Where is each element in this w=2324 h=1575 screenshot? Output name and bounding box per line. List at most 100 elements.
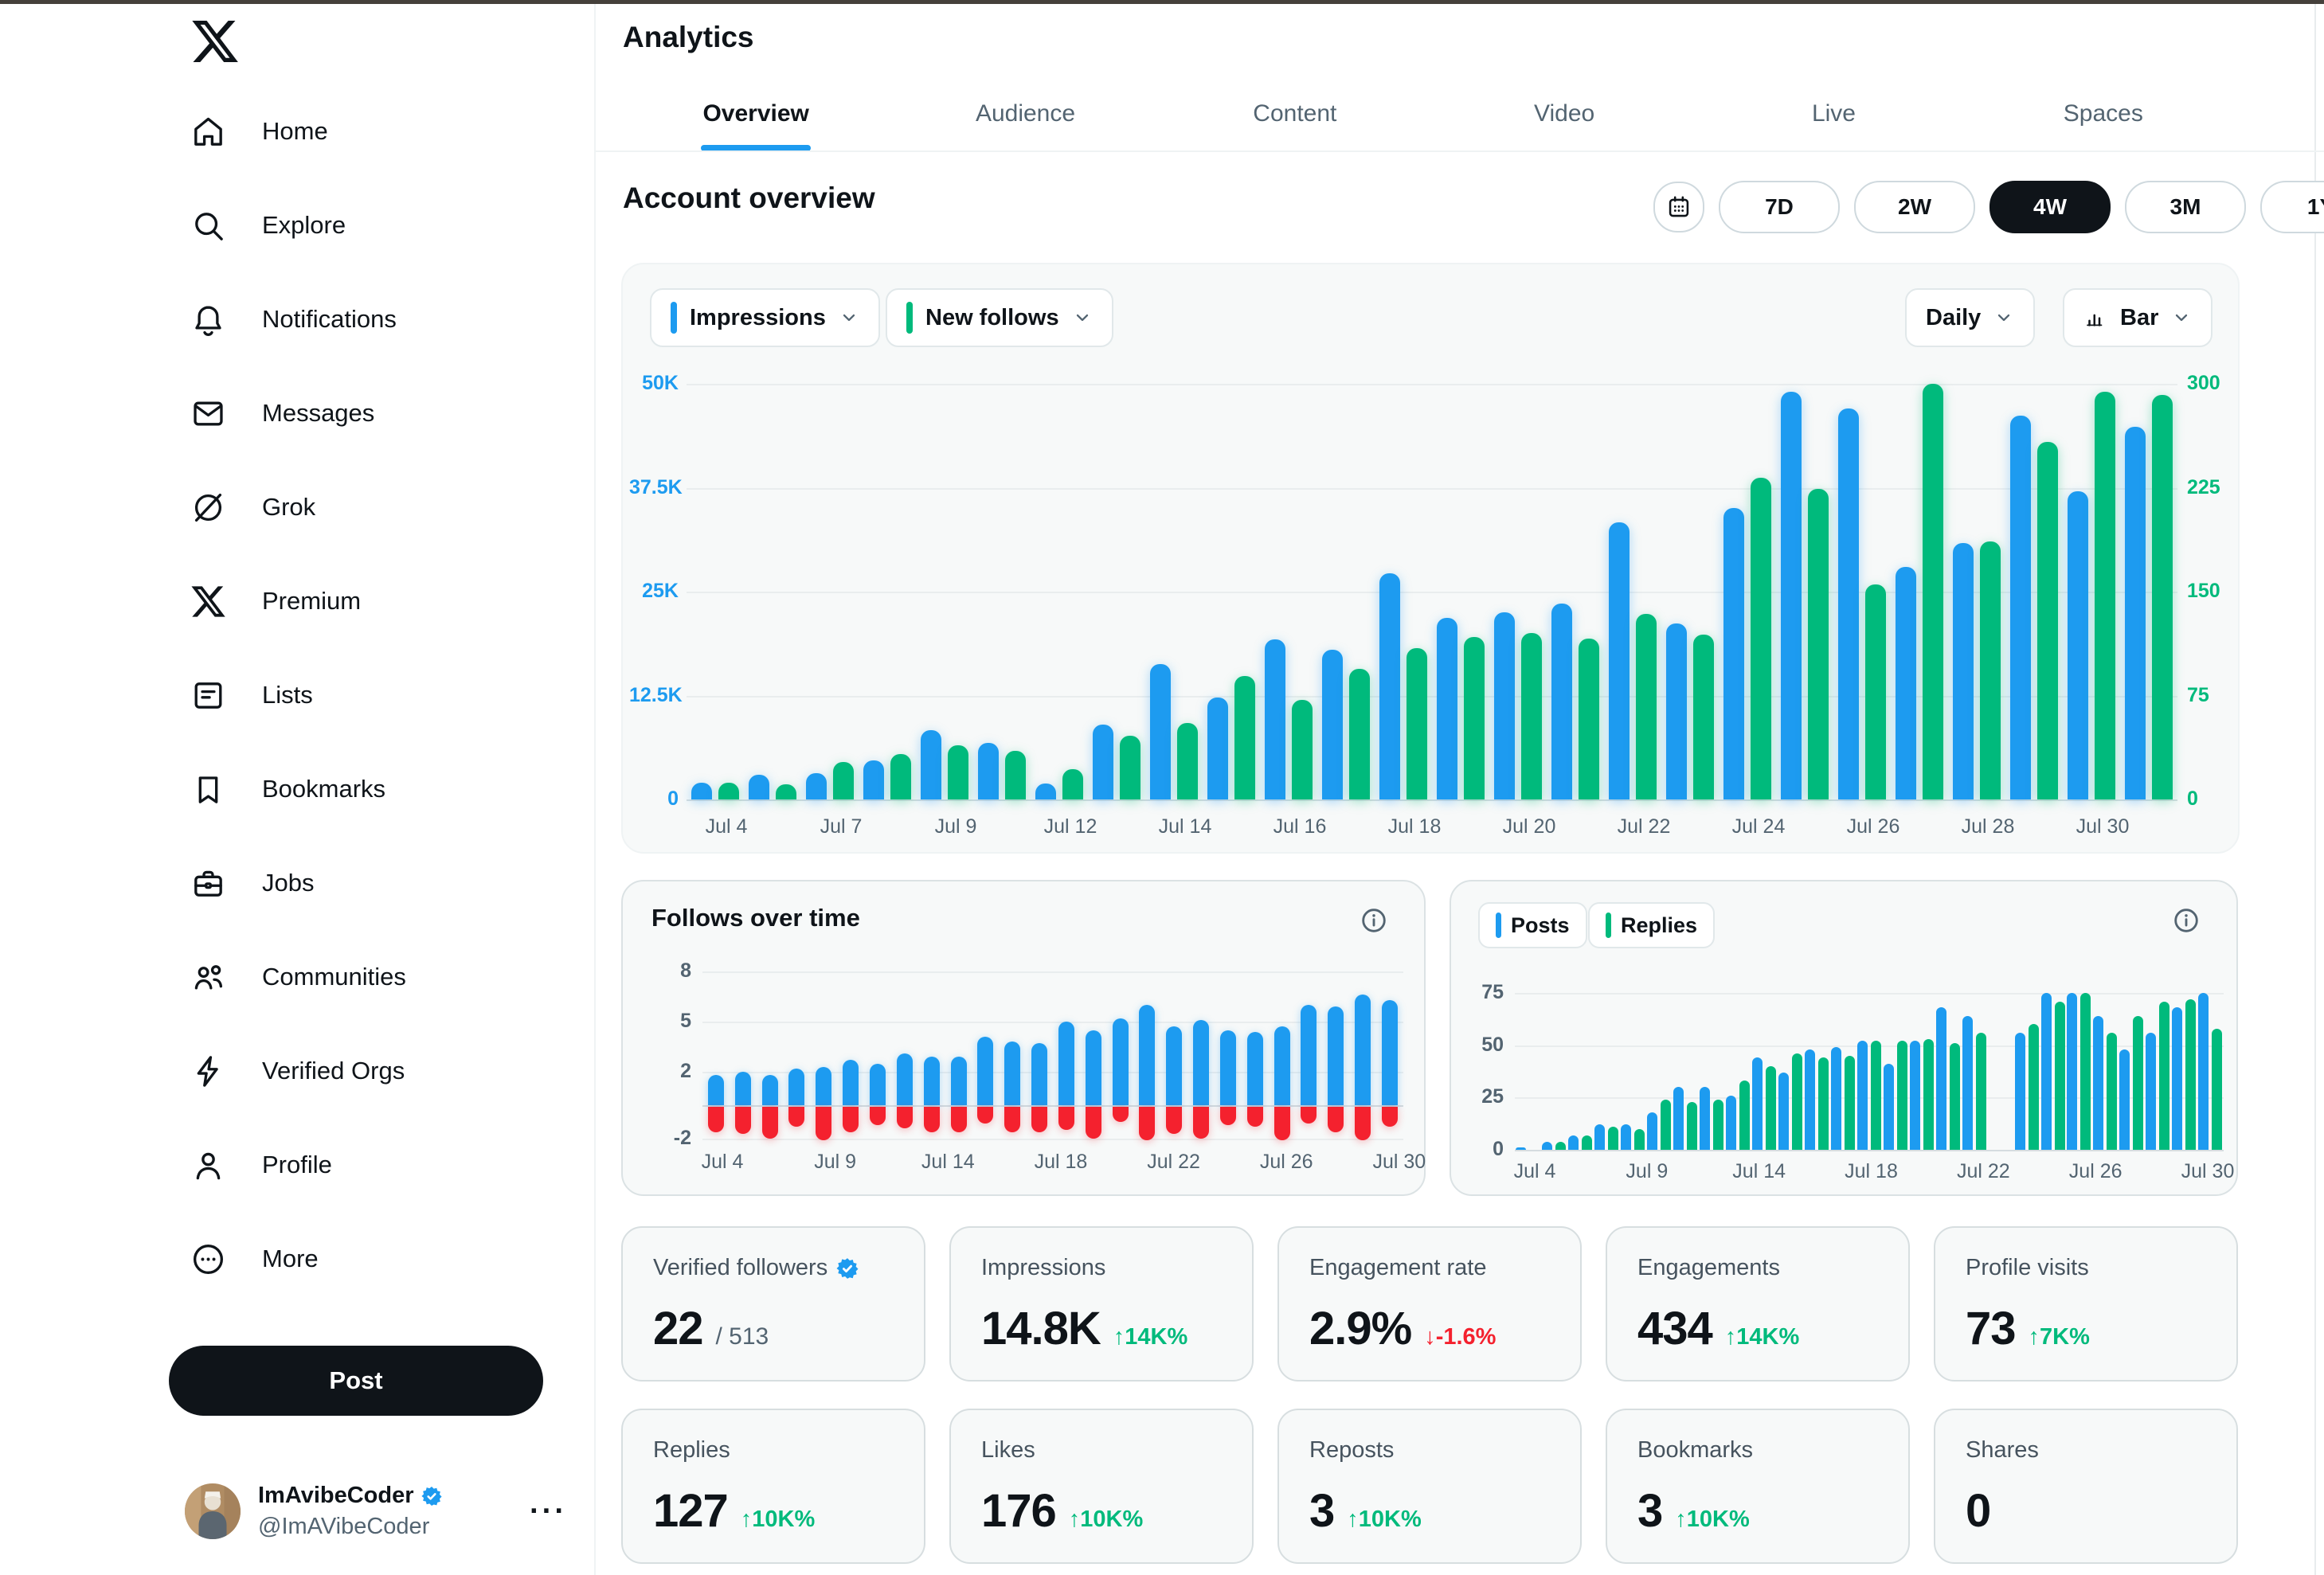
impressions-bar[interactable]: [1265, 639, 1285, 799]
posts-bar[interactable]: [2198, 993, 2209, 1150]
x-logo-icon[interactable]: [190, 16, 241, 67]
follows-lost-bar[interactable]: [735, 1107, 751, 1134]
sidebar-item-home[interactable]: Home: [190, 104, 564, 159]
follows-lost-bar[interactable]: [1193, 1107, 1209, 1139]
follows-gained-bar[interactable]: [1058, 1022, 1074, 1105]
follows-gained-bar[interactable]: [1274, 1026, 1290, 1105]
tab-content[interactable]: Content: [1160, 76, 1430, 151]
new-follows-bar[interactable]: [1521, 633, 1542, 799]
follows-gained-bar[interactable]: [1031, 1043, 1047, 1105]
posts-bar[interactable]: [1647, 1112, 1657, 1150]
impressions-bar[interactable]: [1093, 725, 1113, 799]
tab-audience[interactable]: Audience: [890, 76, 1160, 151]
new-follows-bar[interactable]: [1349, 669, 1370, 799]
posts-bar[interactable]: [2172, 1007, 2182, 1150]
impressions-bar[interactable]: [1035, 784, 1056, 799]
posts-bar[interactable]: [1594, 1124, 1605, 1150]
impressions-bar[interactable]: [691, 783, 712, 799]
replies-bar[interactable]: [1687, 1102, 1697, 1150]
posts-bar[interactable]: [2093, 1016, 2103, 1150]
tab-video[interactable]: Video: [1430, 76, 1699, 151]
replies-bar[interactable]: [1818, 1057, 1829, 1150]
range-3m[interactable]: 3M: [2125, 181, 2246, 233]
posts-bar[interactable]: [1542, 1142, 1552, 1151]
new-follows-bar[interactable]: [1292, 700, 1313, 799]
follows-gained-bar[interactable]: [1355, 995, 1371, 1105]
replies-bar[interactable]: [2133, 1016, 2143, 1150]
follows-gained-bar[interactable]: [1328, 1006, 1344, 1105]
impressions-bar[interactable]: [921, 730, 941, 799]
follows-gained-bar[interactable]: [1193, 1020, 1209, 1105]
follows-lost-bar[interactable]: [897, 1107, 913, 1128]
posts-bar[interactable]: [2146, 1033, 2156, 1150]
follows-gained-bar[interactable]: [735, 1072, 751, 1105]
posts-bar[interactable]: [2067, 993, 2077, 1150]
new-follows-bar[interactable]: [1062, 769, 1083, 799]
replies-bar[interactable]: [1739, 1081, 1750, 1150]
new-follows-bar[interactable]: [833, 762, 854, 799]
follows-gained-bar[interactable]: [924, 1057, 940, 1105]
replies-bar[interactable]: [2080, 993, 2091, 1150]
replies-bar[interactable]: [2159, 1002, 2169, 1150]
interval-dropdown[interactable]: Daily: [1905, 288, 2035, 347]
replies-bar[interactable]: [1792, 1053, 1802, 1150]
chart-type-dropdown[interactable]: Bar: [2063, 288, 2212, 347]
replies-bar[interactable]: [2107, 1033, 2117, 1150]
posts-bar[interactable]: [1884, 1064, 1894, 1150]
info-icon[interactable]: [1359, 905, 1389, 936]
sidebar-item-premium[interactable]: Premium: [190, 573, 564, 629]
new-follows-bar[interactable]: [1464, 637, 1485, 799]
impressions-bar[interactable]: [806, 773, 827, 799]
follows-lost-bar[interactable]: [1301, 1107, 1317, 1124]
new-follows-bar[interactable]: [1636, 614, 1657, 799]
follows-lost-bar[interactable]: [788, 1107, 804, 1127]
tab-live[interactable]: Live: [1699, 76, 1968, 151]
follows-lost-bar[interactable]: [816, 1107, 831, 1140]
follows-lost-bar[interactable]: [977, 1107, 993, 1124]
sidebar-item-notifications[interactable]: Notifications: [190, 291, 564, 347]
posts-bar[interactable]: [1910, 1041, 1920, 1150]
impressions-bar[interactable]: [1437, 618, 1457, 799]
new-follows-bar[interactable]: [1234, 676, 1255, 799]
sidebar-item-verified-orgs[interactable]: Verified Orgs: [190, 1043, 564, 1099]
replies-bar[interactable]: [1950, 1043, 1960, 1150]
new-follows-bar[interactable]: [1751, 478, 1771, 799]
posts-bar[interactable]: [1936, 1007, 1946, 1150]
follows-gained-bar[interactable]: [1086, 1030, 1101, 1106]
impressions-bar[interactable]: [1207, 698, 1228, 799]
follows-lost-bar[interactable]: [762, 1107, 778, 1139]
impressions-bar[interactable]: [2068, 491, 2088, 799]
follows-gained-bar[interactable]: [1247, 1032, 1263, 1105]
impressions-bar[interactable]: [978, 743, 999, 799]
follows-gained-bar[interactable]: [762, 1075, 778, 1105]
new-follows-bar[interactable]: [1177, 723, 1198, 799]
impressions-bar[interactable]: [2125, 427, 2146, 799]
follows-gained-bar[interactable]: [897, 1053, 913, 1105]
posts-bar[interactable]: [1778, 1073, 1789, 1150]
new-follows-bar[interactable]: [718, 783, 739, 799]
follows-lost-bar[interactable]: [1247, 1107, 1263, 1127]
follows-lost-bar[interactable]: [870, 1107, 886, 1125]
sidebar-item-more[interactable]: More: [190, 1231, 564, 1287]
new-follows-bar[interactable]: [1005, 751, 1026, 799]
replies-bar[interactable]: [1713, 1100, 1723, 1150]
follows-lost-bar[interactable]: [843, 1107, 859, 1132]
follows-lost-bar[interactable]: [1274, 1107, 1290, 1140]
follows-gained-bar[interactable]: [1004, 1042, 1020, 1105]
impressions-bar[interactable]: [1150, 664, 1171, 799]
follows-lost-bar[interactable]: [1004, 1107, 1020, 1132]
replies-bar[interactable]: [2185, 999, 2196, 1150]
follows-lost-bar[interactable]: [1086, 1107, 1101, 1139]
posts-bar[interactable]: [2041, 993, 2052, 1150]
sidebar-item-profile[interactable]: Profile: [190, 1137, 564, 1193]
new-follows-bar[interactable]: [2095, 392, 2115, 799]
account-switcher[interactable]: ImAvibeCoder @ImAVibeCoder ···: [185, 1478, 567, 1545]
follows-lost-bar[interactable]: [1355, 1107, 1371, 1140]
metric1-dropdown[interactable]: Impressions: [650, 288, 880, 347]
follows-lost-bar[interactable]: [1058, 1107, 1074, 1130]
new-follows-bar[interactable]: [776, 784, 796, 799]
follows-gained-bar[interactable]: [708, 1075, 724, 1105]
follows-lost-bar[interactable]: [708, 1107, 724, 1132]
posts-bar[interactable]: [1752, 1057, 1763, 1150]
impressions-bar[interactable]: [1551, 604, 1572, 799]
